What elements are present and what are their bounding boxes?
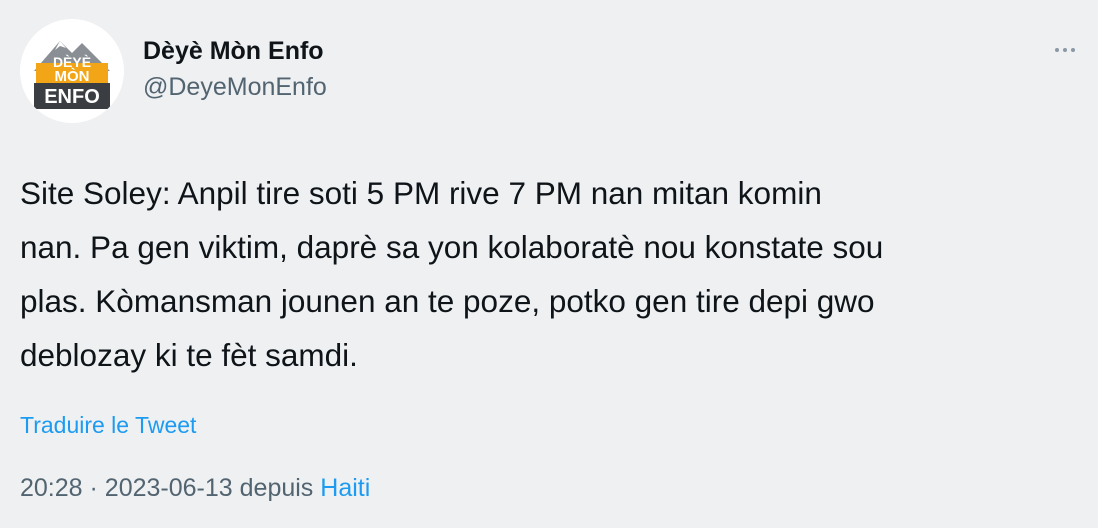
- tweet-meta: 20:28 · 2023-06-13 depuis Haiti: [20, 474, 370, 503]
- logo-text-line2: MÒN: [55, 67, 90, 85]
- tweet-card: DÈYÈ MÒN ENFO Dèyè Mòn Enfo @DeyeMonEnfo…: [0, 0, 1098, 528]
- more-horizontal-icon[interactable]: [1052, 40, 1078, 60]
- author-display-name[interactable]: Dèyè Mòn Enfo: [143, 37, 324, 66]
- tweet-source-location[interactable]: Haiti: [320, 474, 370, 502]
- deye-mon-enfo-logo: DÈYÈ MÒN ENFO: [20, 19, 124, 123]
- tweet-text: Site Soley: Anpil tire soti 5 PM rive 7 …: [20, 175, 884, 373]
- logo-text-line3: ENFO: [44, 86, 100, 108]
- author-avatar[interactable]: DÈYÈ MÒN ENFO: [20, 19, 124, 123]
- translate-tweet-link[interactable]: Traduire le Tweet: [20, 412, 196, 439]
- author-handle[interactable]: @DeyeMonEnfo: [143, 73, 327, 102]
- tweet-date[interactable]: 2023-06-13: [105, 474, 233, 502]
- meta-separator: ·: [89, 474, 98, 502]
- tweet-time[interactable]: 20:28: [20, 474, 83, 502]
- source-prefix: depuis: [239, 474, 314, 502]
